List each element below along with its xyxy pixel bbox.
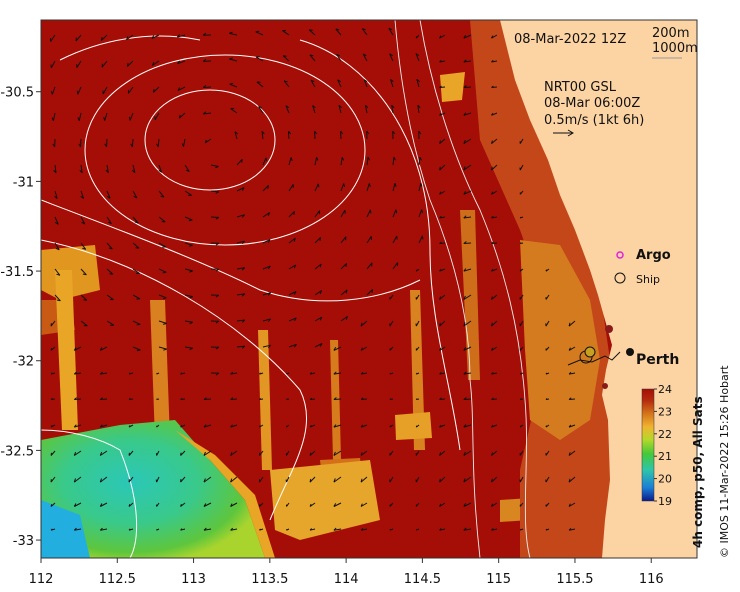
current-vector-head — [519, 242, 522, 244]
current-vector-head — [156, 398, 158, 400]
y-tick-label: -33 — [13, 534, 34, 549]
y-tick-label: -32 — [13, 355, 34, 370]
current-vector-head — [128, 116, 131, 121]
current-vector-head — [309, 29, 313, 31]
current-vector-head — [136, 349, 141, 352]
credit-text: © IMOS 11-Mar-2022 15:26 Hobart — [718, 365, 731, 558]
current-vector-head — [371, 289, 374, 293]
depth-contour-label-200: 200m — [652, 26, 689, 41]
colorbar-tick-label: 22 — [658, 428, 672, 441]
colorbar-label: 4h comp, p50, All Sats — [691, 396, 705, 548]
current-vector-head — [415, 372, 418, 375]
current-vector-head — [519, 216, 522, 219]
current-vector-head — [317, 183, 320, 188]
current-vector-head — [309, 478, 312, 483]
date-label: 08-Mar-2022 12Z — [514, 32, 626, 47]
current-vector-head — [286, 528, 288, 531]
product-time: 08-Mar 06:00Z — [544, 96, 640, 111]
current-vector-head — [136, 323, 141, 326]
current-vector-head — [389, 425, 391, 428]
colorbar-tick-label: 23 — [658, 405, 672, 418]
colorbar-tick-label: 24 — [658, 383, 672, 396]
x-tick-label: 113.5 — [251, 572, 288, 587]
current-vector-head — [545, 425, 548, 428]
current-vector-head — [267, 185, 269, 189]
current-vector-head — [50, 504, 53, 507]
current-vector-head — [421, 235, 424, 240]
x-axis: 112 112.5 113 113.5 114 114.5 115 115.5 116 — [29, 558, 664, 587]
current-vector-head — [415, 398, 418, 400]
x-tick-label: 114.5 — [404, 572, 441, 587]
y-tick-label: -30.5 — [0, 86, 34, 101]
y-tick-label: -31.5 — [0, 265, 34, 280]
current-vector-head — [519, 372, 522, 375]
ship-position — [584, 346, 596, 358]
current-vector-head — [162, 271, 167, 274]
current-vector-head — [345, 263, 348, 267]
current-vector-head — [439, 166, 441, 171]
y-tick-label: -32.5 — [0, 444, 34, 459]
colorbar — [641, 388, 655, 502]
current-vector-head — [286, 398, 288, 400]
x-tick-label: 116 — [639, 572, 664, 587]
current-vector-head — [519, 398, 522, 400]
current-vector-head — [545, 269, 547, 272]
y-tick-label: -31 — [13, 175, 34, 190]
current-vector-head — [156, 372, 158, 375]
place-label-perth: Perth — [636, 352, 679, 368]
coastal-station-2 — [602, 383, 608, 389]
x-tick-label: 112.5 — [99, 572, 136, 587]
warm-blob-1 — [395, 412, 432, 440]
current-vector-head — [128, 504, 131, 507]
current-vector-head — [265, 157, 268, 162]
current-vector-head — [76, 90, 79, 95]
x-tick-label: 112 — [29, 572, 54, 587]
current-vector-head — [439, 322, 441, 327]
colorbar-tick-label: 19 — [658, 495, 672, 508]
x-tick-label: 115 — [486, 572, 511, 587]
current-vector-head — [369, 209, 372, 214]
vector-scale-label: 0.5m/s (1kt 6h) — [544, 113, 644, 128]
current-vector-head — [50, 348, 53, 351]
colorbar-tick-label: 21 — [658, 450, 672, 463]
current-vector-head — [319, 237, 322, 241]
current-vector-head — [286, 372, 288, 375]
perth-marker — [626, 348, 634, 356]
product-name: NRT00 GSL — [544, 80, 617, 95]
current-vector-head — [439, 478, 441, 483]
x-tick-label: 115.5 — [556, 572, 593, 587]
current-vector-head — [545, 398, 548, 400]
colorbar-tick-label: 20 — [658, 473, 672, 486]
current-vector-head — [519, 269, 522, 272]
sst-map: 112 112.5 113 113.5 114 114.5 115 115.5 116 -30.… — [0, 19, 731, 587]
current-vector-head — [309, 452, 312, 456]
current-vector-head — [415, 425, 418, 428]
current-vector-head — [545, 372, 548, 375]
current-vector-head — [180, 452, 182, 456]
current-vector — [210, 190, 219, 193]
x-tick-label: 113 — [181, 572, 206, 587]
current-vector-head — [395, 209, 398, 214]
depth-contour-label-1000: 1000m — [652, 41, 698, 56]
current-vector-head — [415, 528, 418, 531]
ship-label: Ship — [636, 273, 660, 286]
current-vector-head — [293, 211, 295, 215]
x-tick-label: 114 — [334, 572, 359, 587]
current-vector-head — [255, 30, 260, 33]
current-vector-head — [188, 219, 193, 222]
current-vector-head — [519, 425, 522, 428]
current-vector-head — [519, 528, 522, 531]
current-vector — [131, 138, 134, 147]
current-vector-head — [241, 159, 243, 163]
current-vector-head — [545, 528, 548, 531]
argo-label: Argo — [636, 248, 671, 263]
coastal-station-1 — [605, 325, 613, 333]
y-axis: -30.5 -31 -31.5 -32 -32.5 -33 — [0, 86, 41, 549]
current-vector-head — [83, 299, 87, 301]
current-vector-head — [156, 528, 158, 531]
